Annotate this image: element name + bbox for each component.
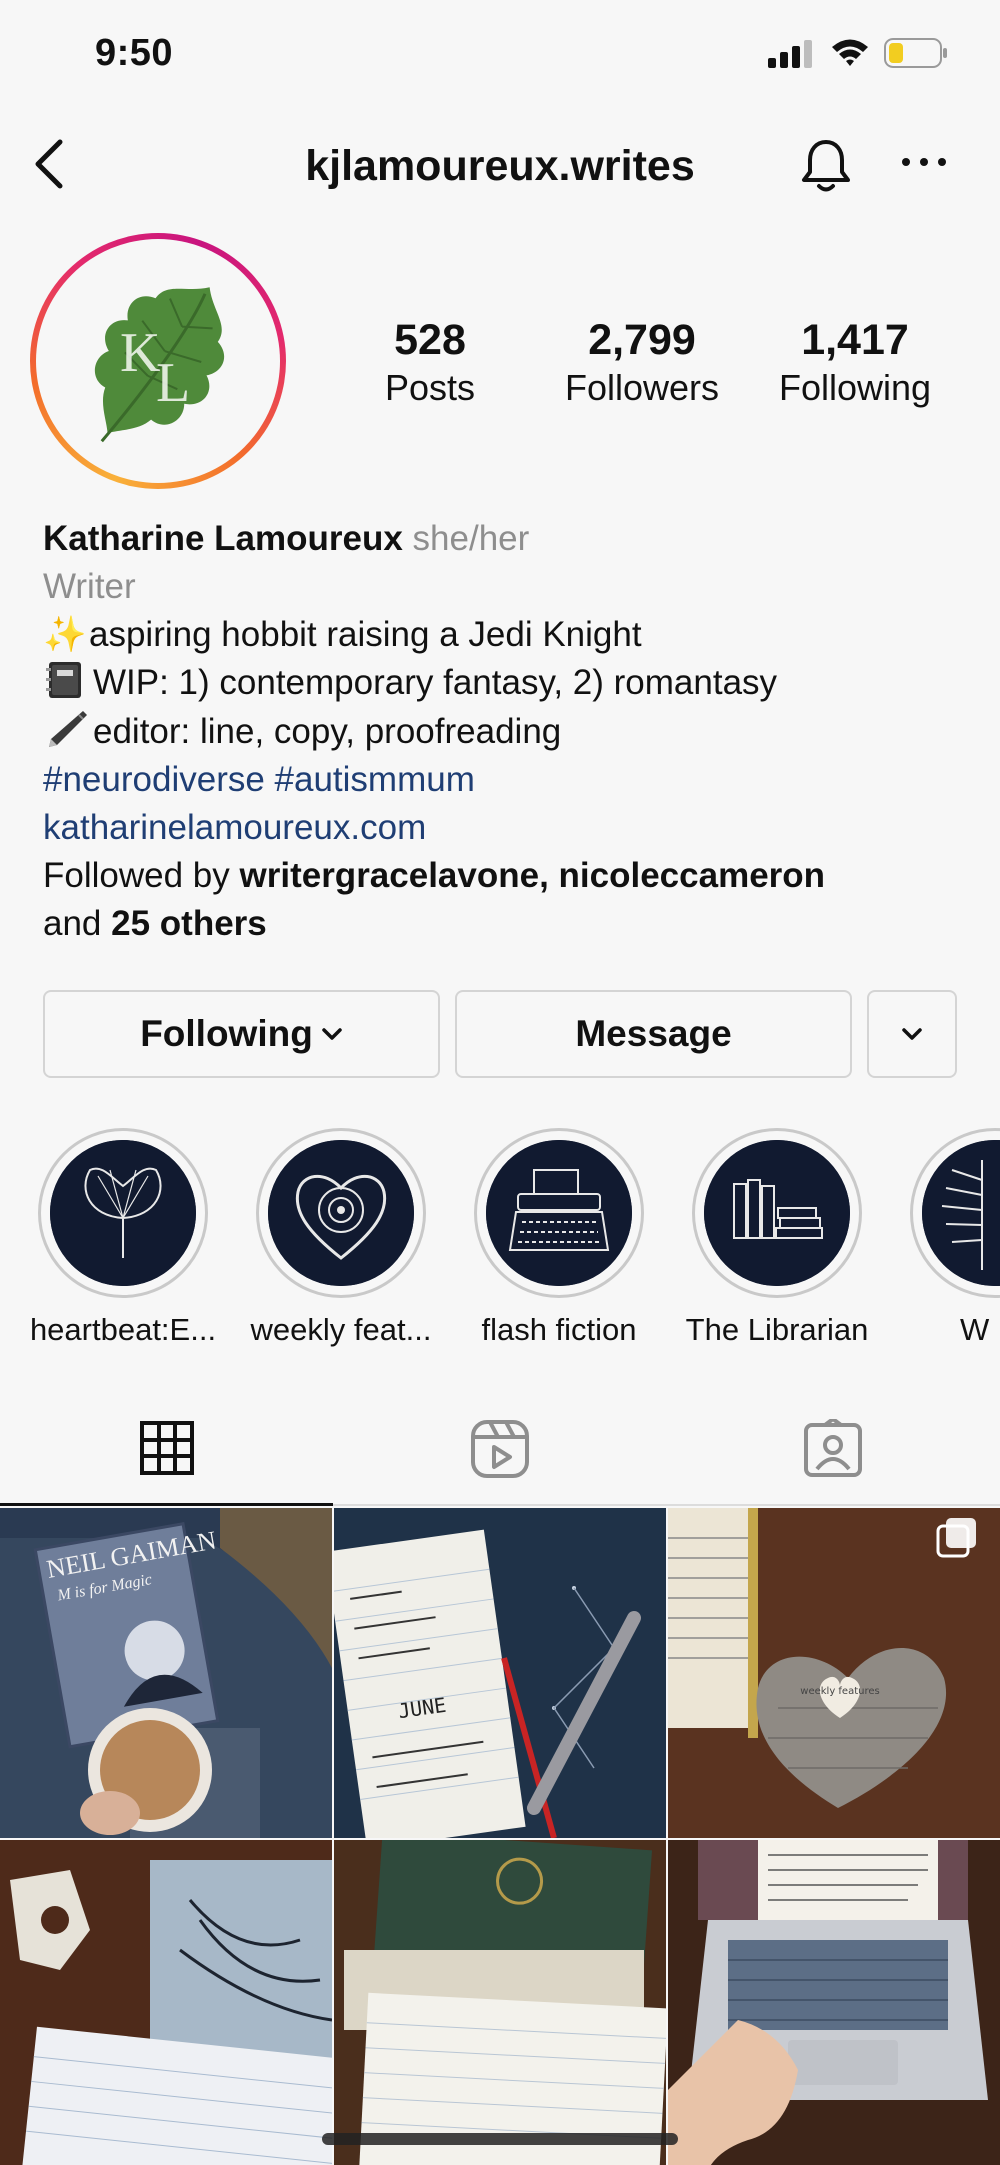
highlight-label: The Librarian [685,1312,869,1347]
post-thumbnail[interactable] [334,1840,666,2165]
typewriter-icon [486,1140,632,1286]
highlight-item[interactable]: W [910,1128,1000,1348]
sparkles-icon: ✨ [43,615,87,654]
profile-avatar: K L [46,249,270,473]
tagged-icon [803,1419,862,1477]
followed-by-and: and [43,904,102,943]
followers-count[interactable]: 2,799 Followers [537,315,747,411]
post-thumbnail[interactable] [0,1840,332,2165]
tab-reels[interactable] [333,1392,666,1506]
website-link[interactable]: katharinelamoureux.com [43,804,973,852]
highlight-item[interactable]: flash fiction [474,1128,644,1348]
post-grid: NEIL GAIMAN M is for Magic JUNE weekly f… [0,1508,1000,2165]
post-thumbnail[interactable]: NEIL GAIMAN M is for Magic [0,1508,332,1838]
bio-line-1: ✨aspiring hobbit raising a Jedi Knight [43,611,973,659]
pronouns: she/her [412,519,530,558]
highlight-item[interactable]: weekly feat... [251,1128,431,1348]
grid-icon [139,1420,194,1475]
profile-avatar-story-ring[interactable]: K L [30,233,286,489]
note-text: weekly features [800,1686,879,1697]
bio-line-3-text: editor: line, copy, proofreading [93,712,562,751]
tab-tagged[interactable] [666,1392,999,1506]
posts-count[interactable]: 528 Posts [325,315,535,411]
post-image [668,1840,1000,2165]
highlight-item[interactable]: The Librarian [686,1128,868,1348]
cellular-signal-icon [768,40,812,68]
post-thumbnail[interactable]: JUNE [334,1508,666,1838]
followers-label: Followers [564,367,720,408]
post-image: NEIL GAIMAN M is for Magic [0,1508,332,1838]
full-name: Katharine Lamoureux [43,519,403,558]
ginkgo-leaf-icon [50,1140,196,1286]
suggested-accounts-button[interactable] [867,990,957,1078]
highlight-label: flash fiction [481,1312,637,1347]
profile-category: Writer [43,567,136,606]
bio-line-2-text: WIP: 1) contemporary fantasy, 2) romanta… [93,663,778,702]
highlight-item[interactable]: heartbeat:E... [30,1128,216,1348]
reels-icon [470,1420,529,1478]
followed-by-user-2: nicoleccameron [558,856,826,895]
post-image: weekly features [668,1508,1000,1838]
following-value: 1,417 [801,316,909,364]
bio-line-3: editor: line, copy, proofreading [43,707,973,756]
bio-hashtags[interactable]: #neurodiverse #autismmum [43,756,973,804]
books-icon [704,1140,850,1286]
followed-by[interactable]: Followed by writergracelavone, nicolecca… [43,852,973,900]
chevron-down-icon [902,1028,922,1040]
profile-header-bar: kjlamoureux.writes [0,120,1000,210]
following-label: Following [778,367,932,408]
profile-bio: Katharine Lamoureux she/her Writer ✨aspi… [43,515,973,948]
post-thumbnail[interactable] [668,1840,1000,2165]
notebook-icon [46,662,81,698]
following-count[interactable]: 1,417 Following [750,315,960,411]
highlight-label: heartbeat:E... [29,1312,217,1347]
profile-tabs [0,1392,1000,1506]
story-highlights: heartbeat:E... weekly feat... flash fict… [0,1128,1000,1348]
lace-heart-icon [268,1140,414,1286]
more-options-icon[interactable] [896,150,952,174]
following-button[interactable]: Following [43,990,440,1078]
followed-by-prefix: Followed by [43,856,230,895]
status-bar: 9:50 [0,0,1000,110]
bio-name-line: Katharine Lamoureux she/her [43,515,973,563]
message-button[interactable]: Message [455,990,852,1078]
post-image [334,1840,666,2165]
svg-text:L: L [156,352,190,414]
followers-value: 2,799 [588,316,696,364]
chevron-down-icon [322,1028,342,1040]
battery-icon [884,38,947,68]
followed-by-others-count: 25 others [111,904,267,943]
wifi-icon [832,39,868,66]
post-thumbnail[interactable]: weekly features [668,1508,1000,1838]
fern-icon [922,1140,1000,1286]
status-time: 9:50 [95,32,174,74]
post-image [0,1840,332,2165]
posts-value: 528 [394,316,466,364]
svg-text:K: K [120,322,160,384]
message-button-label: Message [575,1013,732,1054]
tab-grid[interactable] [0,1392,333,1506]
bio-line-2: WIP: 1) contemporary fantasy, 2) romanta… [43,659,973,707]
notification-bell-icon[interactable] [796,136,856,196]
pen-icon [49,711,87,747]
bio-line-1-text: aspiring hobbit raising a Jedi Knight [89,615,642,654]
highlight-label: W [960,1312,990,1347]
followed-by-others[interactable]: and 25 others [43,900,973,948]
posts-label: Posts [384,367,476,408]
home-indicator[interactable] [322,2133,678,2145]
followed-by-user-1: writergracelavone, [239,856,549,895]
highlight-label: weekly feat... [250,1312,432,1347]
following-button-label: Following [140,1013,313,1054]
post-image: JUNE [334,1508,666,1838]
